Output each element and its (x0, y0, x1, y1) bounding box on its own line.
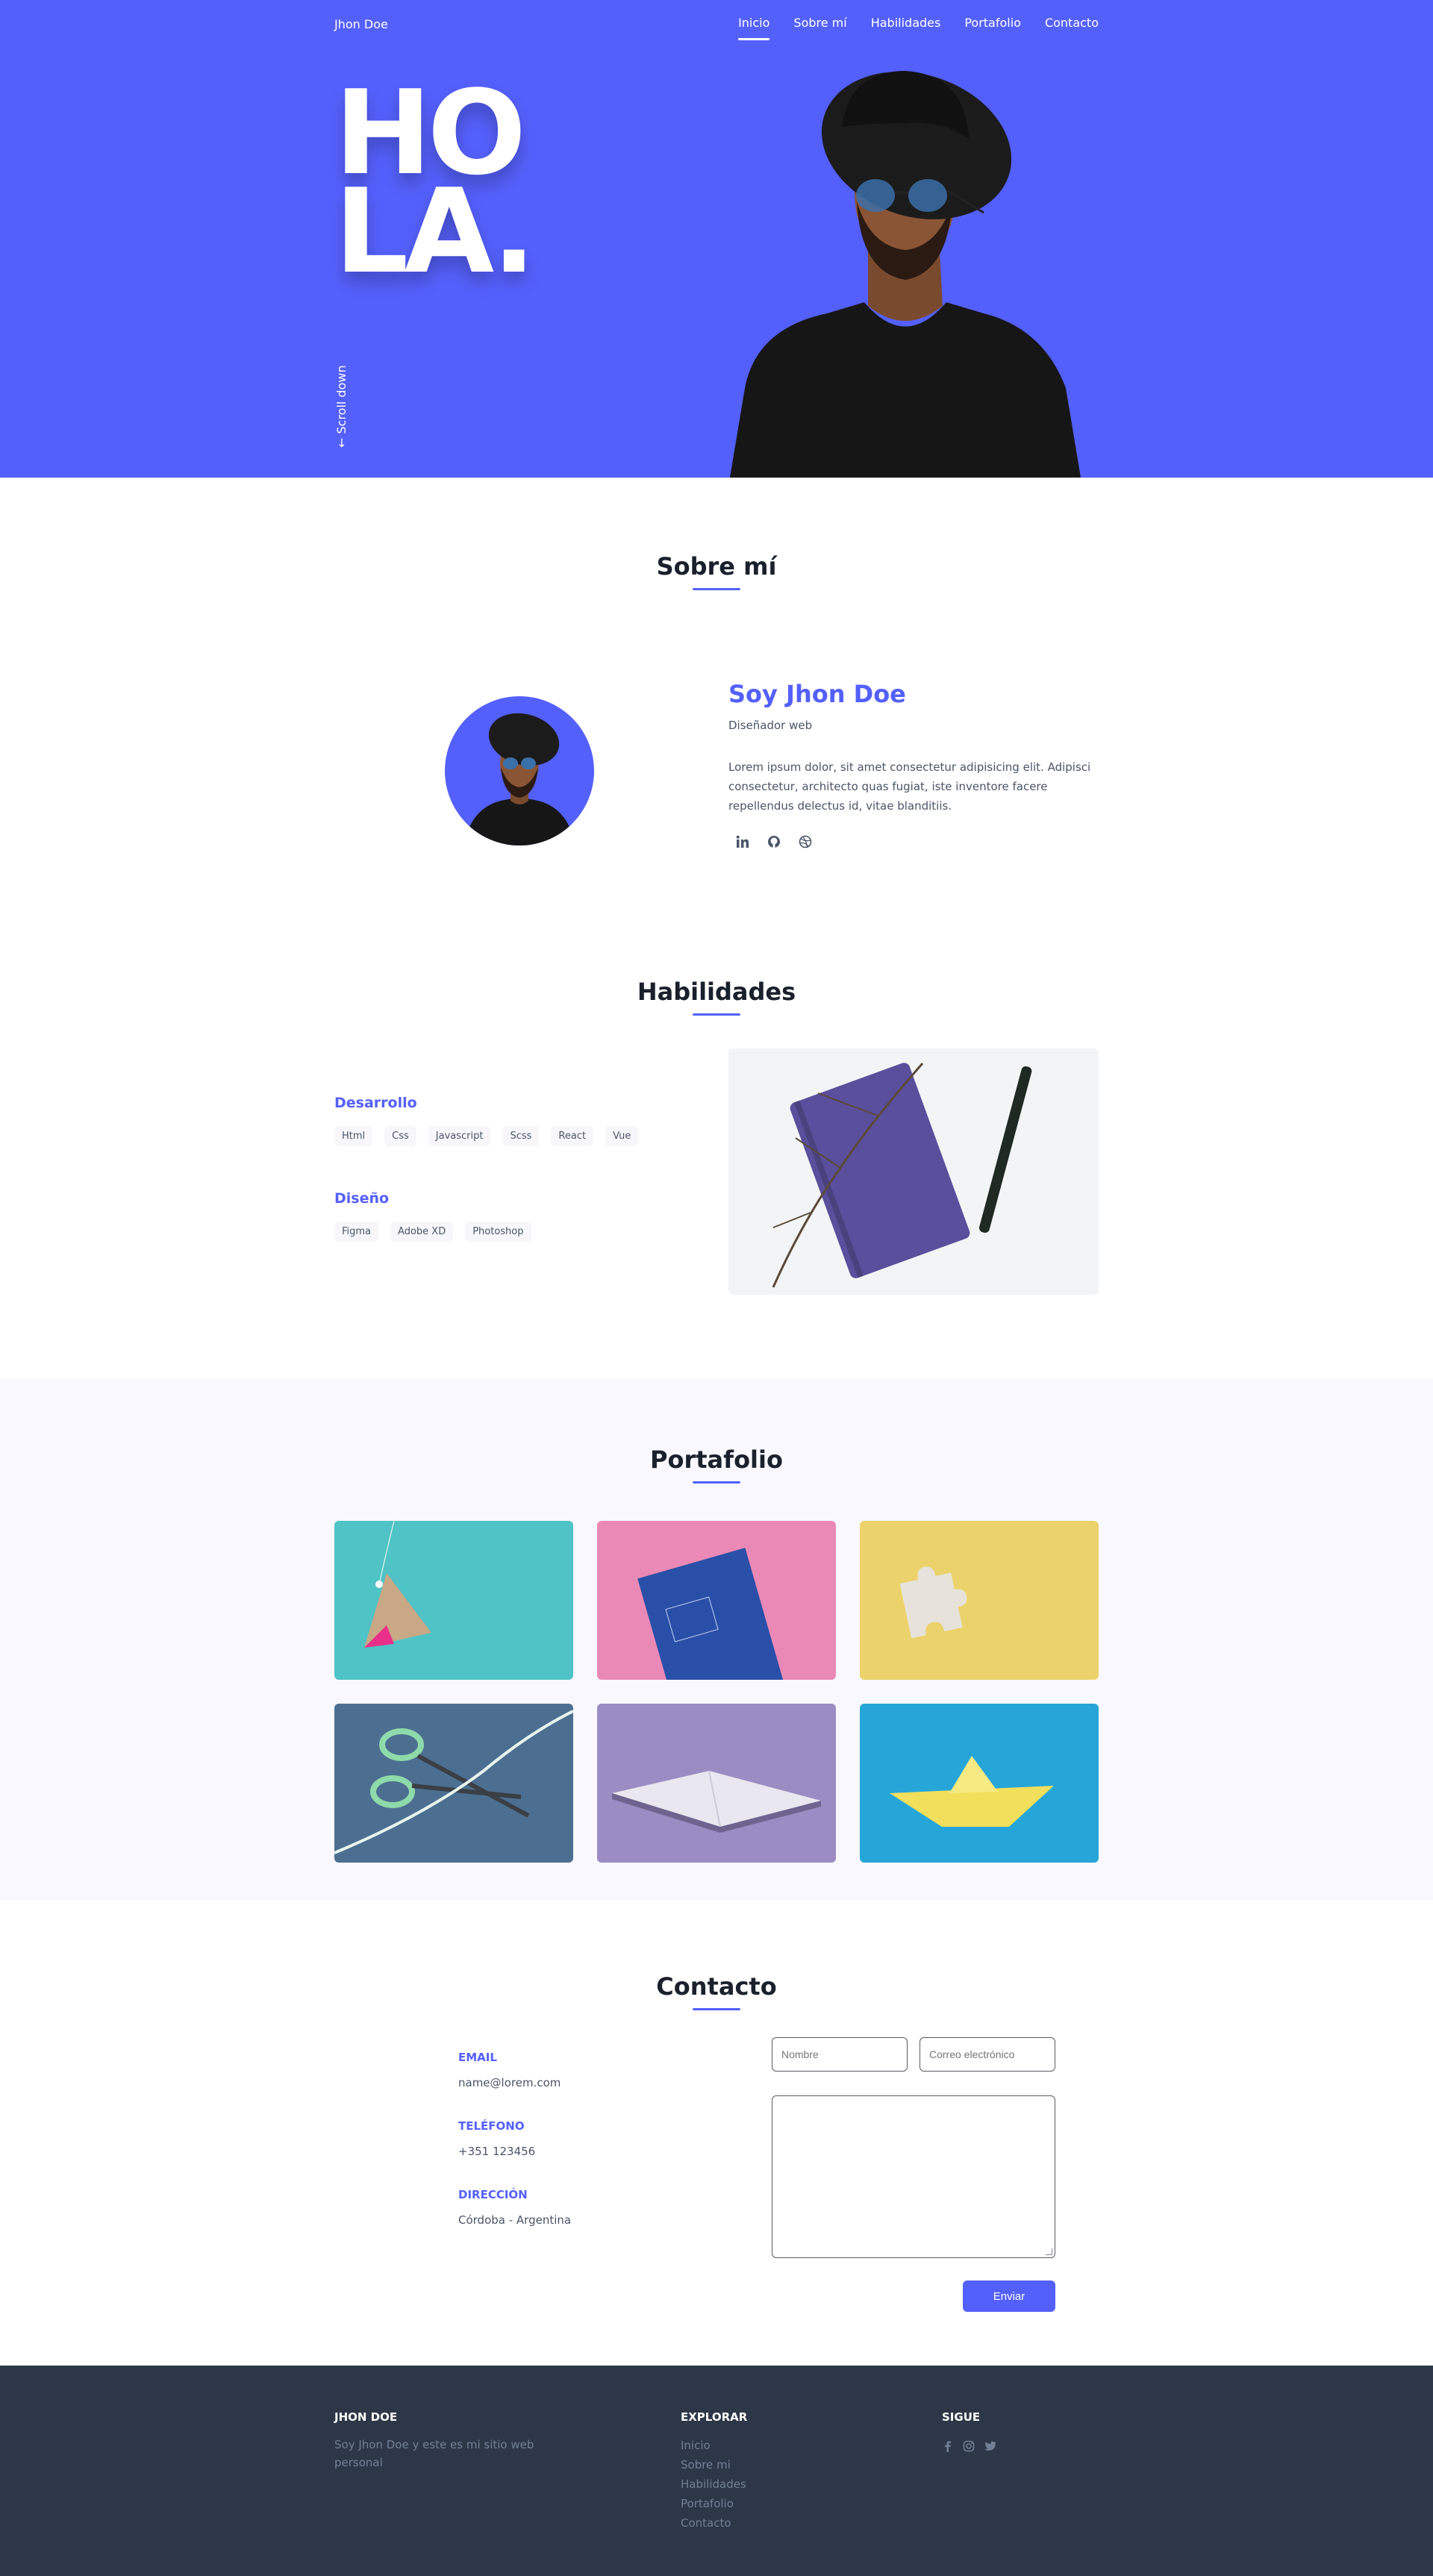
footer-social-icons (942, 2440, 997, 2455)
brand-logo[interactable]: Jhon Doe (334, 17, 388, 31)
email-value: name@lorem.com (458, 2076, 561, 2089)
footer-brand: JHON DOE (334, 2410, 398, 2424)
phone-value: +351 123456 (458, 2145, 536, 2158)
send-button[interactable]: Enviar (963, 2280, 1055, 2312)
skills-section: Habilidades Desarrollo Html Css Javascri… (0, 978, 1433, 1378)
top-navbar: Jhon Doe Inicio Sobre mí Habilidades Por… (0, 0, 1433, 48)
address-label: DIRECCIÓN (458, 2188, 528, 2201)
about-title: Sobre mí (0, 552, 1433, 590)
linkedin-icon[interactable] (734, 834, 751, 850)
github-icon[interactable] (766, 834, 782, 850)
footer-link-portafolio[interactable]: Portafolio (681, 2494, 747, 2513)
dribbble-icon[interactable] (797, 834, 814, 850)
portfolio-item-scissors[interactable] (334, 1704, 573, 1863)
portfolio-item-book[interactable] (597, 1521, 836, 1680)
hero-heading-line2: LA. (334, 163, 536, 299)
about-text: Soy Jhon Doe Diseñador web Lorem ipsum d… (728, 680, 1099, 850)
footer-follow-title: SIGUE (942, 2410, 981, 2424)
nav-item-habilidades[interactable]: Habilidades (871, 16, 941, 33)
skill-tag: Vue (605, 1126, 639, 1146)
hero-heading: HO LA. (334, 75, 536, 299)
skill-group-desarrollo: Desarrollo Html Css Javascript Scss Reac… (334, 1095, 639, 1146)
skill-tag: Figma (334, 1222, 379, 1242)
about-section: Sobre mí Soy Jhon Doe Diseñador web Lore… (0, 478, 1433, 978)
portfolio-item-paper-boat[interactable] (860, 1704, 1099, 1863)
nav-item-contacto[interactable]: Contacto (1045, 16, 1099, 33)
about-role: Diseñador web (728, 719, 813, 732)
skill-tag: Javascript (428, 1126, 491, 1146)
name-input[interactable] (772, 2037, 908, 2072)
nav-item-inicio[interactable]: Inicio (738, 16, 770, 40)
contact-section: Contacto EMAIL name@lorem.com TELÉFONO +… (0, 1901, 1433, 2366)
footer-explore-column: EXPLORAR Inicio Sobre mi Habilidades Por… (681, 2410, 747, 2533)
contact-title: Contacto (0, 1972, 1433, 2010)
email-input[interactable] (920, 2037, 1055, 2072)
instagram-icon[interactable] (963, 2440, 975, 2455)
skill-tag: React (551, 1126, 594, 1146)
footer-link-contacto[interactable]: Contacto (681, 2513, 747, 2533)
portfolio-item-open-book[interactable] (597, 1704, 836, 1863)
footer-about-column: JHON DOE Soy Jhon Doe y este es mi sitio… (334, 2410, 573, 2472)
address-value: Córdoba - Argentina (458, 2213, 572, 2227)
about-name: Soy Jhon Doe (728, 680, 906, 708)
skill-tag: Photoshop (465, 1222, 531, 1242)
hero-person-photo (730, 71, 1081, 478)
about-social-links (728, 834, 1099, 850)
skill-tags: Figma Adobe XD Photoshop (334, 1222, 531, 1242)
footer-explore-title: EXPLORAR (681, 2410, 748, 2424)
message-textarea[interactable] (772, 2095, 1055, 2258)
site-footer: JHON DOE Soy Jhon Doe y este es mi sitio… (0, 2366, 1433, 2576)
phone-label: TELÉFONO (458, 2119, 525, 2133)
portfolio-title: Portafolio (0, 1445, 1433, 1484)
nav-item-portafolio[interactable]: Portafolio (964, 16, 1021, 33)
nav-item-sobre-mi[interactable]: Sobre mí (793, 16, 846, 33)
skill-group-title: Desarrollo (334, 1095, 417, 1111)
footer-link-inicio[interactable]: Inicio (681, 2436, 747, 2455)
footer-about-text: Soy Jhon Doe y este es mi sitio web pers… (334, 2438, 534, 2469)
footer-link-habilidades[interactable]: Habilidades (681, 2475, 747, 2494)
hero-section: Jhon Doe Inicio Sobre mí Habilidades Por… (0, 0, 1433, 478)
skills-title: Habilidades (0, 978, 1433, 1016)
twitter-icon[interactable] (984, 2440, 997, 2455)
footer-follow-column: SIGUE (942, 2410, 997, 2455)
footer-link-sobre-mi[interactable]: Sobre mi (681, 2455, 747, 2475)
portfolio-item-tag[interactable] (334, 1521, 573, 1680)
main-menu: Inicio Sobre mí Habilidades Portafolio C… (738, 16, 1099, 40)
footer-links: Inicio Sobre mi Habilidades Portafolio C… (681, 2436, 747, 2533)
scroll-down-label: ← Scroll down (334, 365, 349, 448)
about-description: Lorem ipsum dolor, sit amet consectetur … (728, 760, 1091, 813)
skills-notebook-photo (728, 1048, 1099, 1295)
facebook-icon[interactable] (942, 2440, 954, 2455)
skill-tags: Html Css Javascript Scss React Vue (334, 1126, 639, 1146)
skill-tag: Html (334, 1126, 373, 1146)
skill-tag: Scss (502, 1126, 540, 1146)
email-label: EMAIL (458, 2051, 497, 2064)
skill-tag: Css (384, 1126, 416, 1146)
portfolio-section: Portafolio (0, 1378, 1433, 1901)
skill-tag: Adobe XD (390, 1222, 454, 1242)
contact-info: EMAIL name@lorem.com TELÉFONO +351 12345… (458, 2051, 571, 2257)
profile-avatar (445, 696, 594, 845)
contact-form: Enviar (772, 2037, 1055, 2312)
portfolio-item-puzzle[interactable] (860, 1521, 1099, 1680)
portfolio-grid (334, 1521, 1099, 1863)
skill-group-diseno: Diseño Figma Adobe XD Photoshop (334, 1190, 531, 1242)
scroll-down-link[interactable]: ← Scroll down (334, 365, 417, 462)
skill-group-title: Diseño (334, 1190, 390, 1207)
